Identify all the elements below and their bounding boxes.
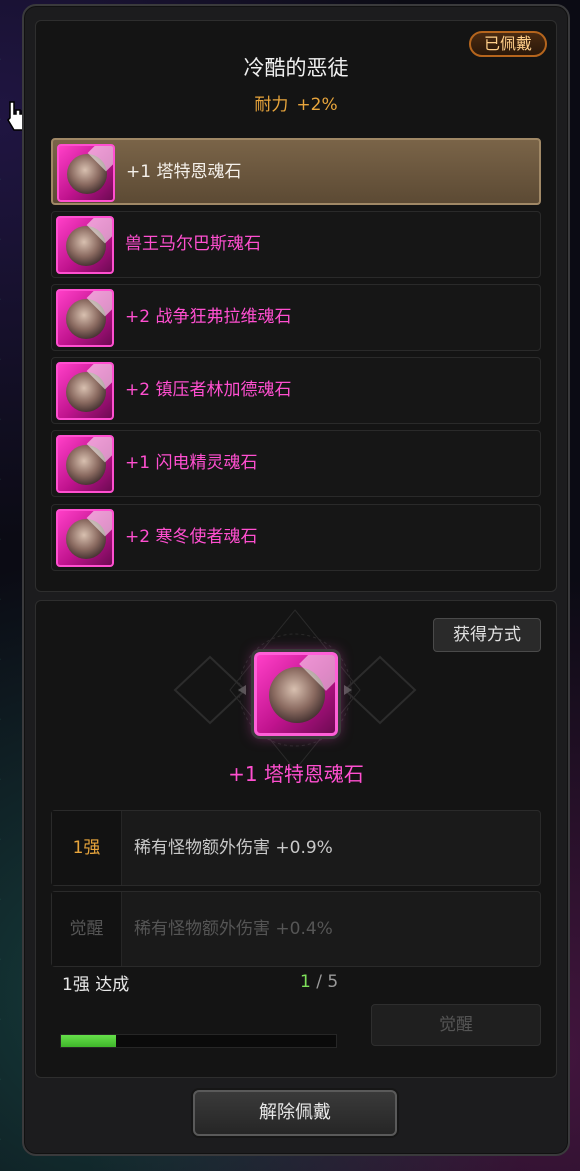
effect-text: 稀有怪物额外伤害 +0.4% xyxy=(134,919,333,939)
unequip-button[interactable]: 解除佩戴 xyxy=(193,1090,397,1136)
progress-bar xyxy=(60,1034,337,1048)
stone-portrait-icon xyxy=(56,509,114,567)
effect-text: 稀有怪物额外伤害 +0.9% xyxy=(134,838,333,858)
effect-row-awaken: 觉醒 稀有怪物额外伤害 +0.4% xyxy=(51,891,541,967)
stone-label: +1 闪电精灵魂石 xyxy=(125,453,258,473)
stone-row[interactable]: 兽王马尔巴斯魂石 xyxy=(51,211,541,278)
set-title: 冷酷的恶徒 xyxy=(243,56,349,80)
effect-tag: 1强 xyxy=(52,811,122,885)
stone-label: +2 寒冬使者魂石 xyxy=(125,527,258,547)
stone-portrait-icon xyxy=(56,362,114,420)
stone-row[interactable]: +1 闪电精灵魂石 xyxy=(51,430,541,497)
progress-label: 1强 达成 xyxy=(62,975,130,995)
stone-label: +1 塔特恩魂石 xyxy=(126,162,242,182)
stone-portrait-icon xyxy=(56,289,114,347)
set-bonus-value: +2% xyxy=(296,95,338,115)
stone-row[interactable]: +1 塔特恩魂石 xyxy=(51,138,541,205)
stone-row[interactable]: +2 寒冬使者魂石 xyxy=(51,504,541,571)
progress-separator: / xyxy=(316,972,322,992)
stone-label: 兽王马尔巴斯魂石 xyxy=(125,234,261,254)
progress-total: 5 xyxy=(327,972,339,992)
progress-count: 1 / 5 xyxy=(300,972,338,992)
stone-label: +2 战争狂弗拉维魂石 xyxy=(125,307,292,327)
stone-row[interactable]: +2 镇压者林加德魂石 xyxy=(51,357,541,424)
stone-portrait-icon xyxy=(56,435,114,493)
set-bonus-stat: 耐力 xyxy=(254,95,289,115)
selected-stone-icon xyxy=(254,652,338,736)
progress-current: 1 xyxy=(300,972,311,992)
stone-portrait-icon xyxy=(57,144,115,202)
progress-fill xyxy=(61,1035,116,1047)
obtain-method-button[interactable]: 获得方式 xyxy=(433,618,541,652)
selected-stone-name: +1 塔特恩魂石 xyxy=(228,762,364,786)
effect-row-level1: 1强 稀有怪物额外伤害 +0.9% xyxy=(51,810,541,886)
effect-tag: 觉醒 xyxy=(52,892,122,966)
awaken-button[interactable]: 觉醒 xyxy=(371,1004,541,1046)
stone-label: +2 镇压者林加德魂石 xyxy=(125,380,292,400)
set-bonus: 耐力 +2% xyxy=(35,90,557,115)
stone-row[interactable]: +2 战争狂弗拉维魂石 xyxy=(51,284,541,351)
stone-portrait-icon xyxy=(56,216,114,274)
